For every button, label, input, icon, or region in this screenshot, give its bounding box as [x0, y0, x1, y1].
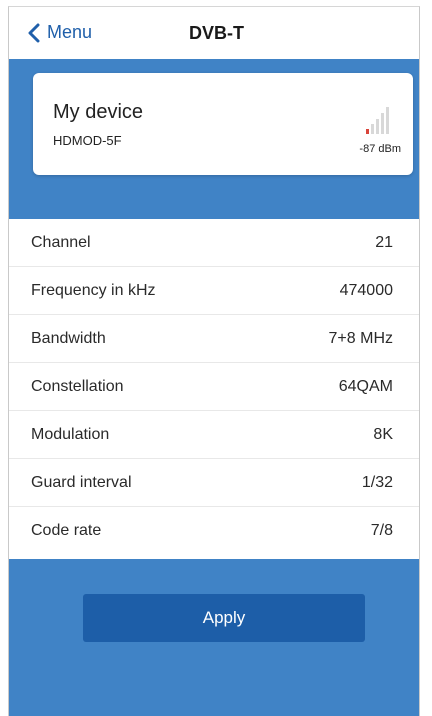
signal-strength-icon: [366, 107, 389, 134]
parameter-row-guard-interval[interactable]: Guard interval 1/32: [9, 459, 419, 507]
parameter-value: 8K: [373, 425, 393, 443]
parameter-value: 474000: [339, 281, 393, 299]
parameter-row-code-rate[interactable]: Code rate 7/8: [9, 507, 419, 555]
parameter-value: 21: [375, 233, 393, 251]
parameter-row-frequency[interactable]: Frequency in kHz 474000: [9, 267, 419, 315]
parameter-row-channel[interactable]: Channel 21: [9, 219, 419, 267]
apply-button[interactable]: Apply: [83, 594, 365, 642]
parameter-label: Code rate: [31, 522, 102, 539]
navigation-bar: Menu DVB-T: [9, 7, 419, 60]
device-name: My device: [53, 101, 144, 123]
parameter-label: Modulation: [31, 425, 110, 443]
parameter-value: 64QAM: [338, 377, 393, 395]
parameter-value: 7+8 MHz: [328, 329, 393, 347]
device-model: HDMOD-5F: [53, 133, 122, 148]
parameter-label: Frequency in kHz: [31, 281, 156, 299]
parameter-value: 7/8: [370, 522, 393, 539]
parameter-list: Channel 21 Frequency in kHz 474000 Bandw…: [9, 219, 419, 555]
parameter-label: Constellation: [31, 377, 124, 395]
signal-strength-value: -87 dBm: [359, 143, 401, 155]
parameter-label: Guard interval: [31, 473, 132, 491]
parameter-row-modulation[interactable]: Modulation 8K: [9, 411, 419, 459]
parameter-row-constellation[interactable]: Constellation 64QAM: [9, 363, 419, 411]
app-frame: Menu DVB-T My device HDMOD-5F -87 dBm Ch…: [8, 6, 420, 716]
parameter-label: Bandwidth: [31, 329, 106, 347]
parameter-row-bandwidth[interactable]: Bandwidth 7+8 MHz: [9, 315, 419, 363]
parameter-label: Channel: [31, 233, 91, 251]
back-label: Menu: [47, 22, 93, 42]
back-button[interactable]: Menu: [27, 22, 92, 43]
device-card[interactable]: My device HDMOD-5F -87 dBm: [33, 73, 413, 175]
parameter-value: 1/32: [361, 473, 393, 491]
chevron-left-icon: [28, 23, 40, 42]
page-title: DVB-T: [189, 23, 244, 43]
